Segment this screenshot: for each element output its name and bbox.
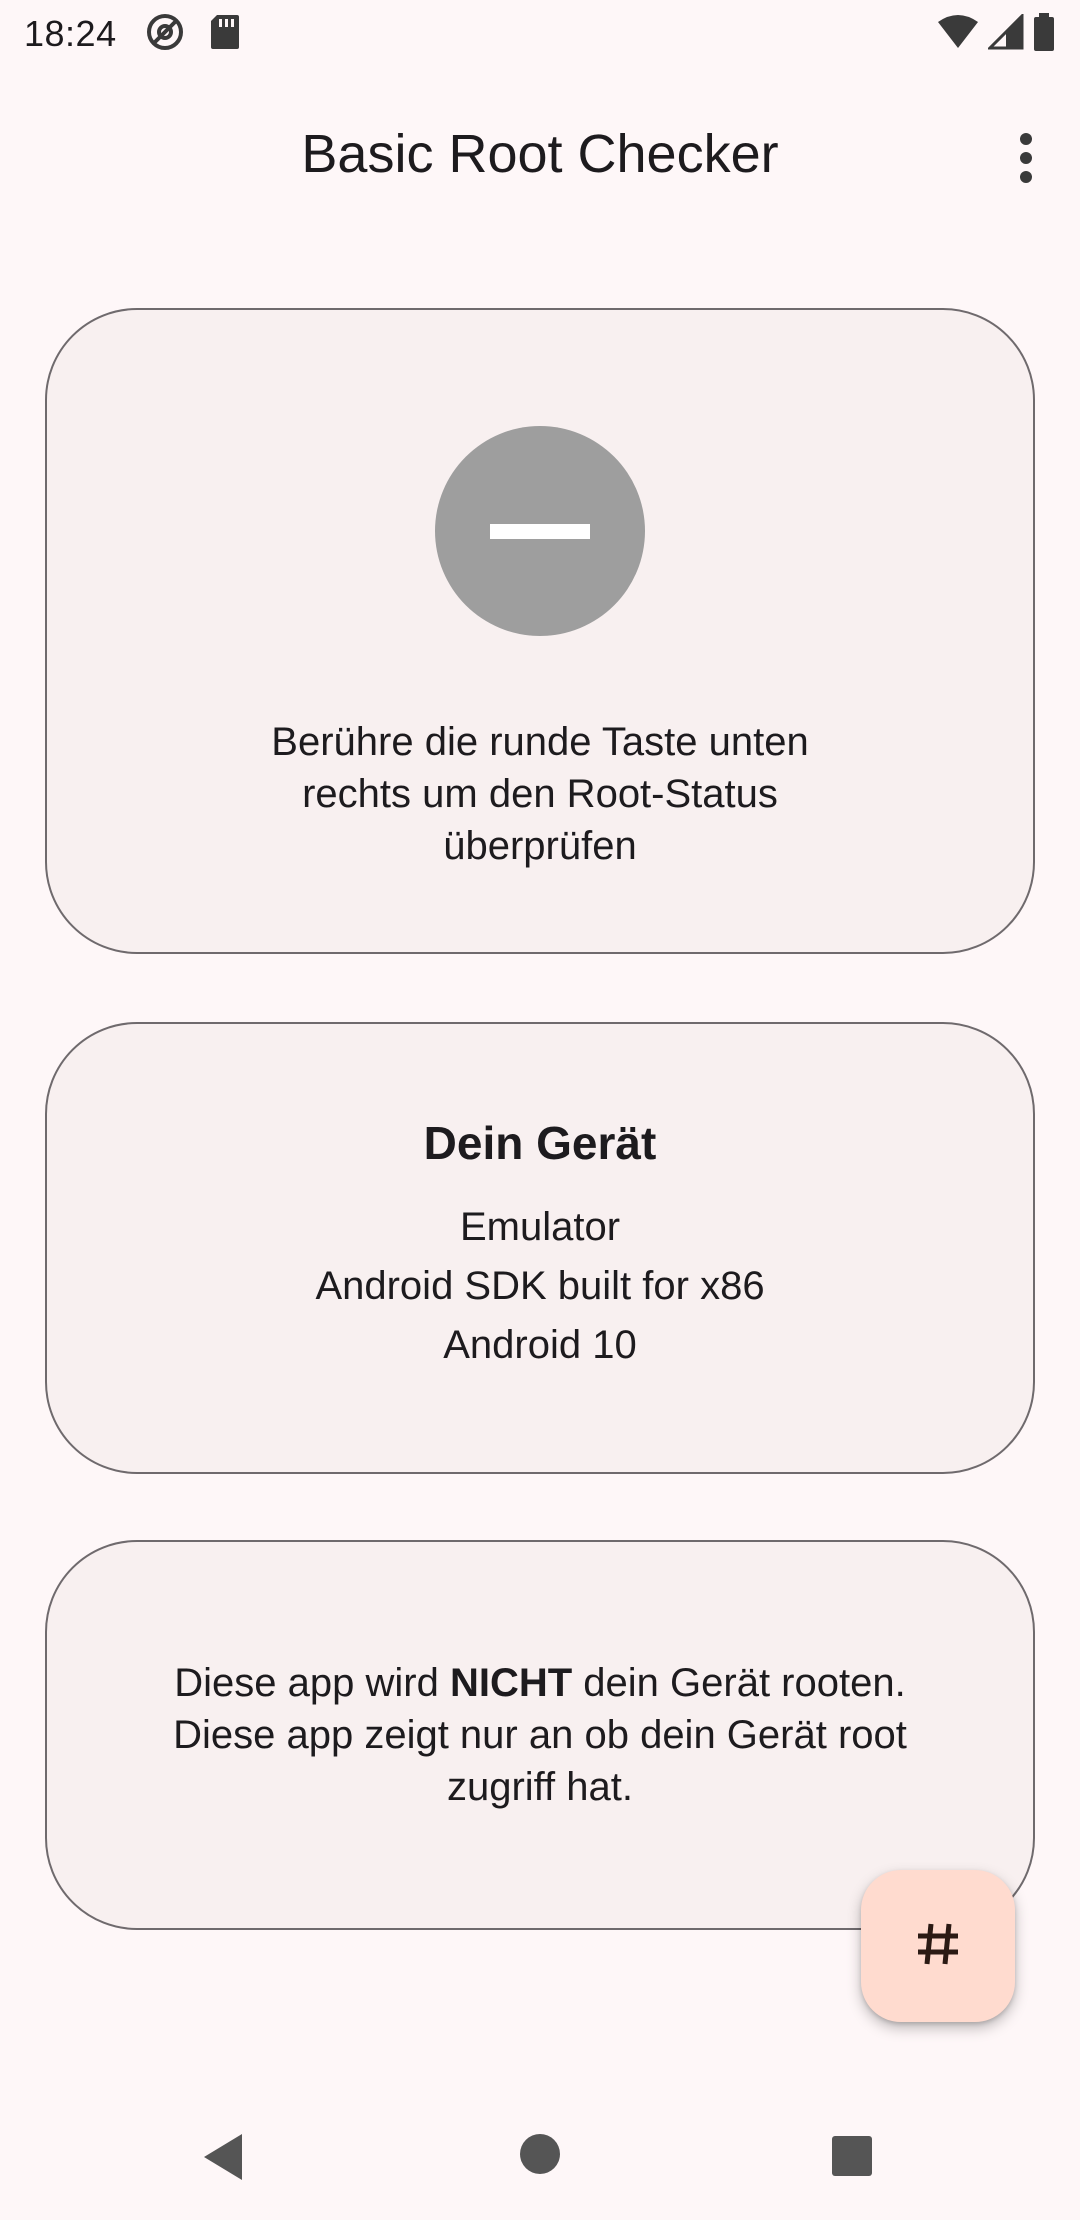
battery-icon bbox=[1032, 12, 1056, 57]
disclaimer-line2: Diese app zeigt nur an ob dein Gerät roo… bbox=[173, 1713, 907, 1809]
disclaimer-emphasis: NICHT bbox=[449, 1661, 573, 1705]
device-model: Android SDK built for x86 bbox=[315, 1264, 765, 1308]
signal-icon bbox=[986, 11, 1024, 55]
status-system-icons bbox=[936, 11, 1056, 57]
disclaimer-line1-suffix: dein Gerät rooten. bbox=[572, 1661, 906, 1705]
home-icon[interactable] bbox=[518, 2132, 562, 2181]
recents-icon[interactable] bbox=[830, 2134, 874, 2183]
sd-card-icon bbox=[209, 13, 241, 56]
back-icon[interactable] bbox=[200, 2132, 246, 2187]
device-info-card: Dein Gerät Emulator Android SDK built fo… bbox=[45, 1022, 1035, 1474]
root-status-message: Berühre die runde Taste unten rechts um … bbox=[271, 720, 809, 868]
check-root-button[interactable] bbox=[861, 1870, 1015, 2022]
at-sign-icon bbox=[145, 12, 185, 57]
disclaimer-line1-prefix: Diese app wird bbox=[174, 1661, 450, 1705]
status-notification-icons bbox=[145, 12, 241, 57]
more-vert-icon bbox=[1018, 132, 1034, 189]
page-title: Basic Root Checker bbox=[301, 124, 779, 184]
device-info-lines: Emulator Android SDK built for x86 Andro… bbox=[315, 1198, 764, 1375]
android-version: Android 10 bbox=[443, 1323, 637, 1367]
device-type: Emulator bbox=[459, 1205, 621, 1249]
wifi-icon bbox=[936, 14, 980, 55]
navigation-bar bbox=[0, 2090, 1080, 2220]
status-dash bbox=[490, 523, 590, 539]
minus-circle-icon bbox=[435, 426, 645, 636]
device-card-title: Dein Gerät bbox=[423, 1117, 657, 1169]
root-status-card: Berühre die runde Taste unten rechts um … bbox=[45, 308, 1035, 954]
status-bar: 18:24 bbox=[0, 0, 1080, 68]
app-bar: Basic Root Checker bbox=[0, 84, 1080, 224]
more-options-button[interactable] bbox=[994, 120, 1058, 200]
disclaimer-text: Diese app wird NICHT dein Gerät rooten. … bbox=[150, 1657, 930, 1813]
hash-icon bbox=[914, 1920, 962, 1973]
status-time: 18:24 bbox=[24, 13, 117, 54]
